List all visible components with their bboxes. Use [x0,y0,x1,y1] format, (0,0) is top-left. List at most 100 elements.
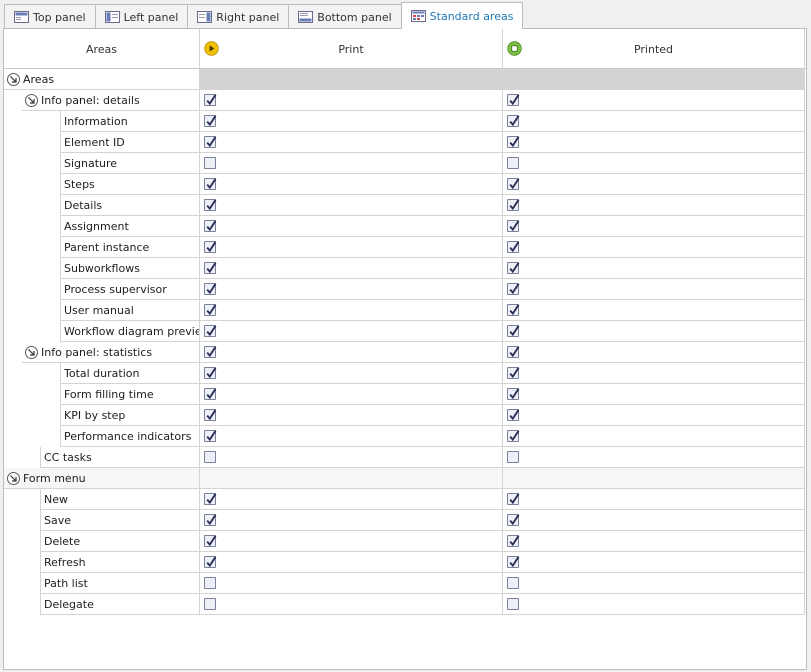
print-cell[interactable] [200,111,503,132]
printed-cell[interactable] [503,573,805,594]
print-checkbox[interactable] [204,157,216,169]
column-header-areas[interactable]: Areas [4,29,200,69]
print-checkbox[interactable] [204,577,216,589]
printed-checkbox[interactable] [507,388,520,400]
print-cell[interactable] [200,258,503,279]
printed-checkbox[interactable] [507,178,520,190]
print-checkbox[interactable] [204,115,217,127]
tab-right-panel[interactable]: Right panel [187,4,290,29]
printed-cell[interactable] [503,342,805,363]
print-checkbox[interactable] [204,346,217,358]
printed-cell[interactable] [503,111,805,132]
printed-checkbox[interactable] [507,115,520,127]
printed-cell[interactable] [503,552,805,573]
printed-checkbox[interactable] [507,556,520,568]
printed-cell[interactable] [503,363,805,384]
printed-checkbox[interactable] [507,241,520,253]
printed-cell[interactable] [503,132,805,153]
print-cell[interactable] [200,279,503,300]
printed-checkbox[interactable] [507,451,519,463]
print-cell[interactable] [200,489,503,510]
print-cell[interactable] [200,153,503,174]
print-cell[interactable] [200,594,503,615]
tab-top-panel[interactable]: Top panel [4,4,96,29]
print-checkbox[interactable] [204,136,217,148]
printed-checkbox[interactable] [507,283,520,295]
print-checkbox[interactable] [204,388,217,400]
printed-cell[interactable] [503,594,805,615]
print-cell[interactable] [200,510,503,531]
print-cell[interactable] [200,321,503,342]
printed-checkbox[interactable] [507,346,520,358]
collapse-icon[interactable] [25,345,38,359]
collapse-icon[interactable] [25,93,38,107]
printed-cell[interactable] [503,90,805,111]
print-cell[interactable] [200,90,503,111]
printed-checkbox[interactable] [507,535,520,547]
tab-left-panel[interactable]: Left panel [94,4,189,29]
printed-checkbox[interactable] [507,430,520,442]
print-checkbox[interactable] [204,409,217,421]
print-cell[interactable] [200,342,503,363]
print-cell[interactable] [200,426,503,447]
printed-cell[interactable] [503,279,805,300]
printed-cell[interactable] [503,258,805,279]
printed-cell[interactable] [503,405,805,426]
print-checkbox[interactable] [204,514,217,526]
print-checkbox[interactable] [204,367,217,379]
printed-checkbox[interactable] [507,220,520,232]
column-header-printed[interactable]: Printed [503,29,805,69]
print-cell[interactable] [200,384,503,405]
printed-cell[interactable] [503,489,805,510]
printed-cell[interactable] [503,195,805,216]
print-cell[interactable] [200,405,503,426]
print-cell[interactable] [200,195,503,216]
printed-cell[interactable] [503,531,805,552]
print-cell[interactable] [200,237,503,258]
printed-cell[interactable] [503,300,805,321]
print-checkbox[interactable] [204,430,217,442]
print-cell[interactable] [200,363,503,384]
printed-checkbox[interactable] [507,598,519,610]
printed-cell[interactable] [503,426,805,447]
printed-cell[interactable] [503,321,805,342]
printed-checkbox[interactable] [507,157,519,169]
printed-checkbox[interactable] [507,136,520,148]
print-checkbox[interactable] [204,598,216,610]
print-checkbox[interactable] [204,178,217,190]
print-checkbox[interactable] [204,262,217,274]
collapse-icon[interactable] [7,471,20,485]
printed-cell[interactable] [503,237,805,258]
printed-cell[interactable] [503,174,805,195]
print-checkbox[interactable] [204,493,217,505]
print-checkbox[interactable] [204,304,217,316]
printed-cell[interactable] [503,153,805,174]
printed-checkbox[interactable] [507,514,520,526]
print-cell[interactable] [200,132,503,153]
column-header-print[interactable]: Print [200,29,503,69]
collapse-icon[interactable] [7,72,20,86]
tab-standard-areas[interactable]: Standard areas [400,2,524,29]
print-cell[interactable] [200,531,503,552]
printed-checkbox[interactable] [507,409,520,421]
printed-cell[interactable] [503,384,805,405]
print-checkbox[interactable] [204,556,217,568]
printed-cell[interactable] [503,510,805,531]
printed-checkbox[interactable] [507,367,520,379]
printed-checkbox[interactable] [507,262,520,274]
print-cell[interactable] [200,573,503,594]
printed-checkbox[interactable] [507,577,519,589]
print-checkbox[interactable] [204,241,217,253]
printed-cell[interactable] [503,216,805,237]
print-checkbox[interactable] [204,535,217,547]
print-cell[interactable] [200,174,503,195]
print-checkbox[interactable] [204,220,217,232]
print-cell[interactable] [200,216,503,237]
printed-cell[interactable] [503,447,805,468]
print-checkbox[interactable] [204,451,216,463]
printed-checkbox[interactable] [507,325,520,337]
printed-checkbox[interactable] [507,493,520,505]
print-cell[interactable] [200,447,503,468]
print-checkbox[interactable] [204,199,217,211]
print-checkbox[interactable] [204,94,217,106]
